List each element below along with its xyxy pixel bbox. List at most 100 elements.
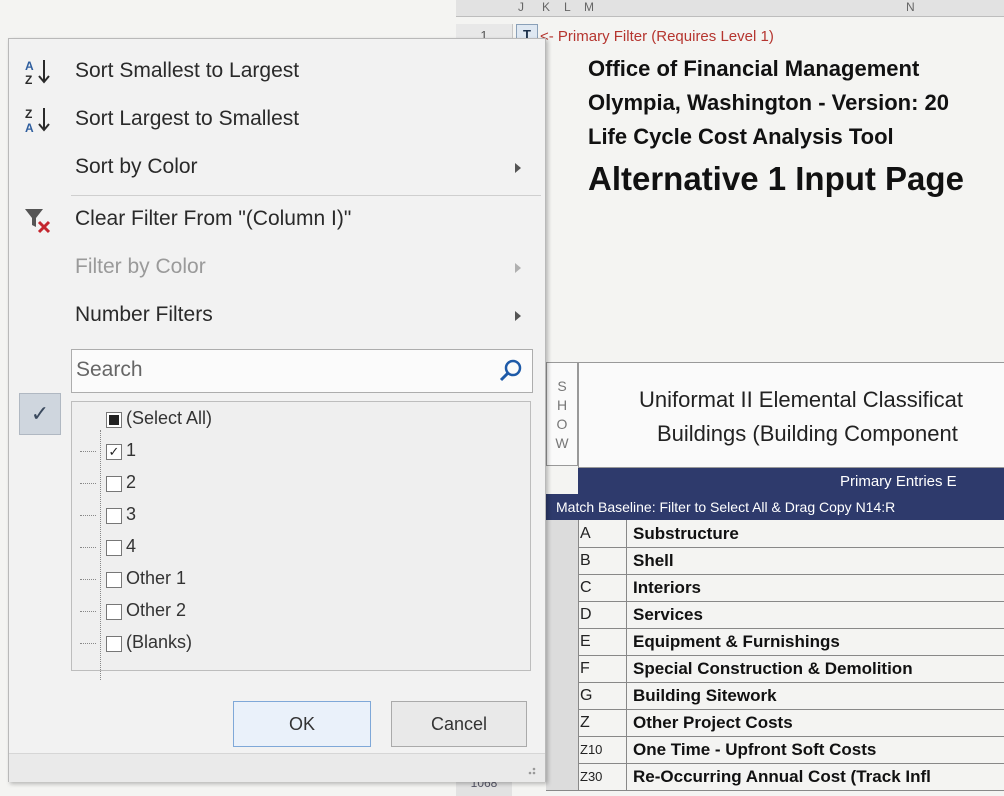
row-name: Services	[626, 601, 703, 628]
row-name: Shell	[626, 547, 674, 574]
table-row[interactable]: F Special Construction & Demolition	[546, 655, 1004, 683]
ok-button[interactable]: OK	[233, 701, 371, 747]
row-name: Equipment & Furnishings	[626, 628, 840, 655]
number-filters-item[interactable]: Number Filters	[9, 293, 545, 341]
header-line-tool: Life Cycle Cost Analysis Tool	[588, 124, 894, 149]
row-name: Re-Occurring Annual Cost (Track Infl	[626, 763, 931, 790]
table-row[interactable]: Z30 Re-Occurring Annual Cost (Track Infl	[546, 763, 1004, 791]
number-filters-label: Number Filters	[75, 303, 213, 326]
filter-by-color-item[interactable]: Filter by Color	[9, 245, 545, 293]
column-header-m[interactable]: M	[584, 0, 594, 14]
row-name: Building Sitework	[626, 682, 777, 709]
submenu-arrow-icon	[515, 263, 521, 273]
search-placeholder: Search	[76, 358, 143, 381]
autofilter-dropdown-menu: A Z Sort Smallest to Largest Z A Sort La…	[8, 38, 546, 782]
row-name: Other Project Costs	[626, 709, 793, 736]
row-code: E	[580, 633, 591, 650]
sort-z-to-a-icon: Z A	[25, 107, 50, 135]
table-row[interactable]: E Equipment & Furnishings	[546, 628, 1004, 656]
primary-entries-label: Primary Entries E	[840, 473, 957, 490]
primary-entries-bar: Primary Entries E	[578, 468, 1004, 494]
column-header-l[interactable]: L	[564, 0, 571, 14]
table-row[interactable]: D Services	[546, 601, 1004, 629]
svg-text:Z: Z	[25, 73, 32, 87]
column-header-n[interactable]: N	[906, 0, 915, 14]
row-code: G	[580, 687, 593, 704]
uniformat-header: Uniformat II Elemental Classificat Build…	[578, 362, 1004, 468]
list-item-label: Other 1	[126, 568, 187, 588]
header-line-location: Olympia, Washington - Version: 20	[588, 90, 950, 115]
column-header-k[interactable]: K	[542, 0, 550, 14]
sort-ascending-label: Sort Smallest to Largest	[75, 59, 300, 82]
filter-values-list: (Select All) ✓ 1 2 3 4 Other 1 Other 2 (…	[71, 401, 531, 680]
show-letter: S	[557, 378, 567, 394]
list-item-label: 4	[126, 536, 137, 556]
show-letter: O	[556, 416, 568, 432]
row-code: F	[580, 660, 590, 677]
indeterminate-checkbox[interactable]	[106, 412, 122, 428]
clear-filter-icon	[25, 209, 51, 234]
row-name: Interiors	[626, 574, 701, 601]
row-code: C	[580, 579, 592, 596]
primary-filter-note: <- Primary Filter (Requires Level 1)	[540, 28, 774, 45]
header-line-office: Office of Financial Management	[588, 56, 920, 81]
match-baseline-label: Match Baseline: Filter to Select All & D…	[556, 499, 896, 515]
checkmark-icon: ✓	[19, 393, 61, 435]
list-item-label: 2	[126, 472, 137, 492]
checkbox[interactable]	[106, 540, 122, 556]
submenu-arrow-icon	[515, 311, 521, 321]
submenu-arrow-icon	[515, 163, 521, 173]
checkbox[interactable]	[106, 604, 122, 620]
table-row[interactable]: C Interiors	[546, 574, 1004, 602]
list-item-label: (Select All)	[126, 408, 213, 428]
svg-text:A: A	[25, 121, 34, 135]
tree-connector	[100, 430, 101, 680]
search-input[interactable]: Search	[71, 349, 533, 393]
table-row[interactable]: Z Other Project Costs	[546, 709, 1004, 737]
sort-by-color-item[interactable]: Sort by Color	[9, 145, 545, 193]
page-title: Alternative 1 Input Page	[588, 160, 964, 197]
checked-checkbox[interactable]: ✓	[106, 444, 122, 460]
filter-by-color-label: Filter by Color	[75, 255, 206, 278]
sort-a-to-z-icon: A Z	[25, 59, 50, 87]
table-row[interactable]: B Shell	[546, 547, 1004, 575]
checkbox[interactable]	[106, 572, 122, 588]
search-icon[interactable]	[498, 358, 524, 384]
resize-grip-icon[interactable]	[521, 760, 537, 776]
row-code: D	[580, 606, 592, 623]
sort-ascending-item[interactable]: A Z Sort Smallest to Largest	[9, 49, 545, 97]
table-row[interactable]: G Building Sitework	[546, 682, 1004, 710]
show-column-header: S H O W	[546, 362, 578, 466]
menu-separator	[71, 195, 541, 196]
list-item-label: (Blanks)	[126, 632, 193, 652]
sort-by-color-label: Sort by Color	[75, 155, 198, 178]
svg-text:Z: Z	[25, 107, 32, 121]
checkbox[interactable]	[106, 508, 122, 524]
show-letter: H	[556, 397, 568, 413]
row-code: B	[580, 552, 591, 569]
row-code: Z10	[580, 742, 603, 757]
uniformat-subtitle: Buildings (Building Component	[657, 421, 958, 446]
row-code: Z	[580, 714, 590, 731]
row-name: Substructure	[626, 520, 739, 547]
list-item-label: 3	[126, 504, 137, 524]
cancel-button[interactable]: Cancel	[391, 701, 527, 747]
row-name: One Time - Upfront Soft Costs	[626, 736, 876, 763]
match-baseline-bar: Match Baseline: Filter to Select All & D…	[546, 494, 1004, 520]
sort-descending-item[interactable]: Z A Sort Largest to Smallest	[9, 97, 545, 145]
uniformat-title: Uniformat II Elemental Classificat	[639, 387, 963, 412]
checkbox[interactable]	[106, 636, 122, 652]
svg-text:A: A	[25, 59, 34, 73]
table-row[interactable]: A Substructure	[546, 520, 1004, 548]
column-header-bar: J K L M N	[456, 0, 1004, 17]
menu-footer	[9, 753, 545, 782]
clear-filter-item[interactable]: Clear Filter From "(Column I)"	[9, 197, 545, 245]
row-code: A	[580, 525, 591, 542]
show-letter: W	[555, 435, 569, 451]
column-header-j[interactable]: J	[518, 0, 524, 14]
row-code: Z30	[580, 769, 603, 784]
checkbox[interactable]	[106, 476, 122, 492]
row-name: Special Construction & Demolition	[626, 655, 913, 682]
table-row[interactable]: Z10 One Time - Upfront Soft Costs	[546, 736, 1004, 764]
list-item-label: 1	[126, 440, 137, 460]
